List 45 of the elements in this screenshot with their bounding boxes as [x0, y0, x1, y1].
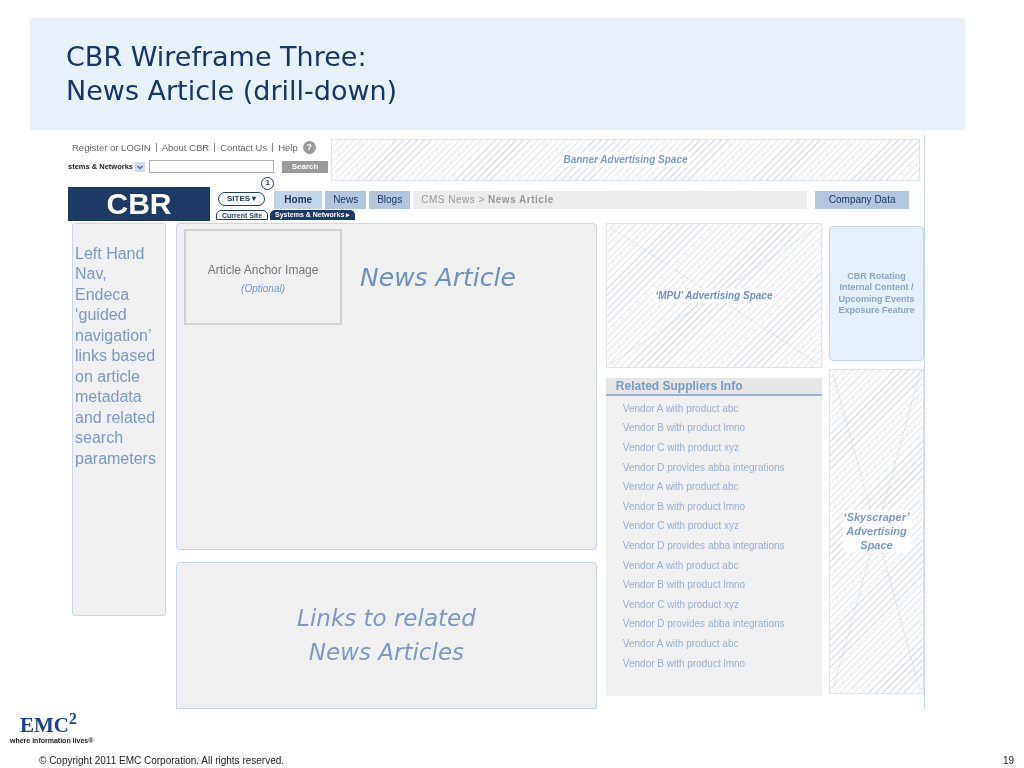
breadcrumb: CMS News > News Article: [413, 190, 808, 209]
supplier-link[interactable]: Vendor A with product abc: [622, 635, 823, 656]
slide-title: CBR Wireframe Three:: [66, 39, 368, 74]
supplier-link[interactable]: Vendor C with product xyz: [622, 518, 823, 538]
article-heading: News Article: [360, 261, 516, 294]
suppliers-title: Related Suppliers Info: [605, 377, 823, 396]
related-links-label: Links to related News Articles: [296, 603, 477, 667]
supplier-link[interactable]: Vendor A with product abc: [622, 479, 823, 499]
left-nav-description: Left Hand Nav, Endeca ‘guided navigation’ links based on article metadata and related search parameters: [75, 243, 157, 469]
supplier-link[interactable]: Vendor D provides abba integrations: [622, 459, 823, 480]
step-badge: 1: [261, 176, 275, 190]
mpu-ad-label: ‘MPU’ Advertising Space: [653, 287, 775, 303]
supplier-link[interactable]: Vendor A with product abc: [622, 557, 823, 578]
help-icon[interactable]: ?: [302, 141, 316, 155]
anchor-image-label: Article Anchor Image: [207, 261, 319, 279]
page-number: 19: [1002, 754, 1014, 768]
nav-tab[interactable]: Company Data: [815, 190, 910, 209]
skyscraper-ad-label: ‘Skyscraper’ Advertising Space: [842, 510, 911, 553]
supplier-link[interactable]: Vendor B with product lmno: [622, 655, 823, 676]
supplier-link[interactable]: Vendor A with product abc: [622, 400, 823, 421]
supplier-link[interactable]: Vendor C with product xyz: [622, 440, 823, 460]
supplier-link[interactable]: Vendor B with product lmno: [622, 577, 823, 597]
supplier-link[interactable]: Vendor B with product lmno: [622, 498, 823, 519]
supplier-link[interactable]: Vendor B with product lmno: [622, 420, 823, 441]
nav-tab[interactable]: Blogs: [369, 190, 411, 209]
top-link[interactable]: About CBR: [161, 140, 210, 156]
top-link[interactable]: Register or LOGIN: [72, 140, 151, 156]
sites-button[interactable]: SITES ▾: [218, 191, 266, 206]
top-link[interactable]: Help: [278, 140, 298, 156]
nav-tab[interactable]: News: [325, 190, 367, 209]
slide-title: News Article (drill-down): [66, 73, 399, 108]
company-logo: EMC$^{2}$: [20, 714, 78, 736]
banner-ad-label: Banner Advertising Space: [561, 152, 690, 168]
search-field[interactable]: [149, 160, 275, 174]
anchor-image-note: (Optional): [241, 281, 285, 296]
top-link[interactable]: Contact Us: [220, 140, 268, 156]
supplier-link[interactable]: Vendor C with product xyz: [622, 596, 823, 617]
nav-tab[interactable]: Home: [274, 190, 323, 209]
search-button[interactable]: Search: [282, 160, 329, 173]
rotating-content-label: CBR Rotating Internal Content / Upcoming Events Exposure Feature: [837, 270, 916, 318]
supplier-link[interactable]: Vendor D provides abba integrations: [622, 538, 823, 558]
logo: CBR: [68, 186, 210, 221]
supplier-link[interactable]: Vendor D provides abba integrations: [622, 616, 823, 636]
copyright: © Copyright 2011 EMC Corporation. All rights reserved.: [39, 754, 285, 768]
chevron-down-icon[interactable]: [135, 161, 146, 172]
